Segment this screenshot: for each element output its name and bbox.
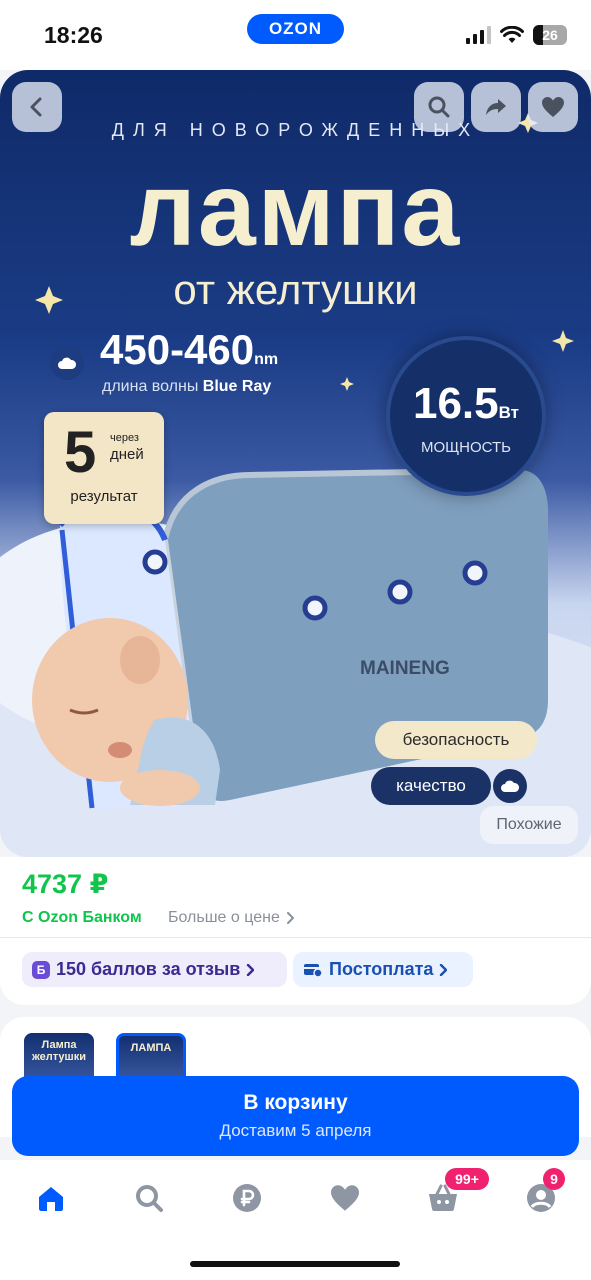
- search-icon: [428, 96, 450, 118]
- battery-icon: 26: [533, 25, 567, 45]
- wavelength-unit: nm: [254, 351, 279, 368]
- bonus-icon: Б: [32, 960, 50, 979]
- signal-icon: [466, 26, 491, 44]
- days-result: результат: [70, 488, 138, 505]
- days-number: 5: [64, 420, 97, 485]
- wavelength-value: 450-460nm: [100, 326, 279, 373]
- thumbnail-1-text: Лампа желтушки: [32, 1039, 86, 1063]
- delivery-date: Доставим 5 апреля: [219, 1121, 372, 1140]
- safety-pill: безопасность: [375, 721, 537, 759]
- home-icon: [39, 1187, 63, 1211]
- hero-subtitle: от желтушки: [173, 266, 418, 313]
- days-result-card: 5 через дней результат: [44, 412, 164, 524]
- brand-label: MAINENG: [360, 658, 450, 679]
- product-hero-image[interactable]: ДЛЯ НОВОРОЖДЕННЫХ лампа от желтушки 450-…: [0, 70, 591, 857]
- wavelength-label: длина волны Blue Ray: [102, 378, 272, 395]
- more-price-link[interactable]: Больше о цене: [168, 909, 294, 927]
- cloud-badge-right: [493, 769, 527, 803]
- bonus-chip-label: 150 баллов за отзыв: [56, 959, 241, 979]
- review-bonus-chip[interactable]: Б 150 баллов за отзыв: [22, 952, 287, 987]
- divider: [0, 937, 591, 938]
- cloud-icon: [501, 780, 520, 792]
- hero-kicker: ДЛЯ НОВОРОЖДЕННЫХ: [111, 120, 480, 140]
- status-bar: 18:26 OZON 26: [0, 0, 591, 70]
- similar-button[interactable]: Похожие: [480, 806, 578, 844]
- days-small-text: через: [110, 432, 139, 444]
- cart-button-label: В корзину: [243, 1091, 348, 1114]
- nav-search[interactable]: [129, 1178, 169, 1218]
- cloud-badge-left: [50, 346, 84, 380]
- ruble-icon: [233, 1184, 261, 1212]
- wifi-icon: [500, 26, 524, 43]
- chevron-right-icon: [286, 912, 294, 924]
- hero-title: лампа: [129, 152, 462, 268]
- status-time: 18:26: [44, 22, 103, 48]
- power-value: 16.5Вт: [412, 379, 520, 428]
- nav-finance[interactable]: [227, 1178, 267, 1218]
- more-price-label: Больше о цене: [168, 909, 280, 926]
- search-icon: [136, 1185, 163, 1212]
- nav-home[interactable]: [31, 1178, 71, 1218]
- home-indicator: [190, 1261, 400, 1267]
- cart-badge: 99+: [445, 1168, 489, 1190]
- power-unit: Вт: [498, 403, 520, 422]
- nav-favorites[interactable]: [325, 1178, 365, 1218]
- product-page: 18:26 OZON 26 ДЛЯ НОВОРОЖДЕННЫХ лампа от…: [0, 0, 591, 1280]
- nav-cart[interactable]: 99+: [423, 1168, 489, 1218]
- power-badge: 16.5Вт МОЩНОСТЬ: [386, 336, 546, 496]
- price-card: 4737 ₽ С Ozon Банком Больше о цене Б 150…: [0, 857, 591, 1005]
- cloud-icon: [58, 357, 77, 369]
- favorites-icon: [331, 1185, 359, 1211]
- postpay-chip[interactable]: Постоплата: [293, 952, 473, 987]
- ozon-bank-label[interactable]: С Ozon Банком: [22, 909, 142, 927]
- power-label: МОЩНОСТЬ: [420, 439, 512, 456]
- profile-badge: 9: [543, 1168, 565, 1190]
- days-word: дней: [110, 446, 144, 463]
- status-icons: 26: [466, 24, 567, 46]
- add-to-cart-button[interactable]: В корзину Доставим 5 апреля: [12, 1076, 579, 1156]
- heart-icon: [542, 97, 564, 117]
- quality-pill: качество: [371, 767, 491, 805]
- battery-level: 26: [542, 27, 558, 43]
- price-value[interactable]: 4737 ₽: [22, 869, 108, 900]
- ozon-logo[interactable]: OZON: [247, 14, 344, 44]
- postpay-chip-label: Постоплата: [329, 959, 434, 979]
- share-icon: [486, 99, 506, 115]
- chevron-right-icon: [440, 963, 448, 976]
- thumbnail-2-text: ЛАМПА: [130, 1042, 172, 1054]
- card-clock-icon: [304, 963, 323, 978]
- nav-profile[interactable]: 9: [521, 1168, 565, 1218]
- back-icon: [30, 97, 42, 117]
- wavelength-label-bold: Blue Ray: [202, 378, 272, 395]
- chevron-right-icon: [247, 963, 255, 976]
- bottom-nav: 99+ 9: [0, 1160, 591, 1280]
